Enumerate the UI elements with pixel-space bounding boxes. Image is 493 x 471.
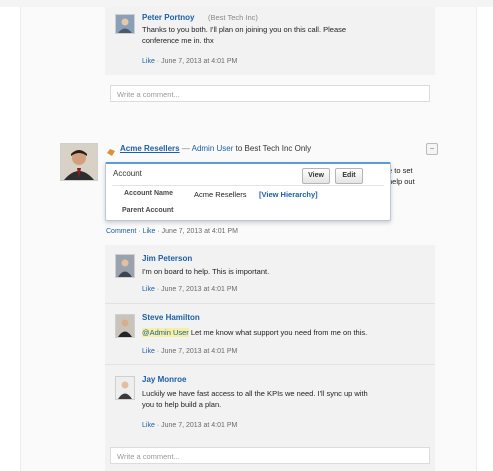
post-text-peek: e to set help out [388,166,415,187]
comment-date: June 7, 2013 at 4:01 PM [161,58,238,65]
comment-date: June 7, 2013 at 4:01 PM [161,286,238,293]
account-icon [106,144,116,156]
reply-divider [105,303,435,304]
post-audience: to Best Tech Inc Only [235,144,312,153]
post-header: Acme Resellers — Admin User to Best Tech… [120,144,311,153]
view-button[interactable]: View [302,168,330,184]
top-bar [0,0,493,7]
hover-card-divider [112,185,384,186]
header-separator: — [181,144,190,153]
account-name-value: Acme Resellers [194,190,247,199]
reply-divider [105,364,435,365]
comment-text: @Admin User Let me know what support you… [142,328,367,339]
edit-button[interactable]: Edit [335,168,363,184]
person-photo-icon [116,377,134,399]
author-name[interactable]: Peter Portnoy [142,13,194,22]
parent-account-label: Parent Account [122,207,174,214]
avatar-steve-hamilton[interactable] [115,314,135,338]
account-hover-card: Account View Edit Account Name Acme Rese… [105,162,391,221]
account-link[interactable]: Acme Resellers [120,144,180,153]
comment-date: June 7, 2013 at 4:01 PM [161,422,238,429]
person-photo-icon [116,255,134,277]
comment-text: I'm on board to help. This is important. [142,267,270,276]
author-company: (Best Tech Inc) [208,13,258,22]
hover-card-title: Account [113,169,142,178]
mention-link[interactable]: @Admin User [142,328,189,337]
account-name-label: Account Name [124,190,174,197]
avatar-peter-portnoy[interactable] [115,14,135,34]
chatter-feed-page: Peter Portnoy (Best Tech Inc) Thanks to … [0,0,493,471]
comment-link[interactable]: Comment [106,228,136,235]
comment-text-line: you to help build a plan. [142,399,222,409]
comment-meta: Like · June 7, 2013 at 4:01 PM [142,422,237,429]
comment-date: June 7, 2013 at 4:01 PM [161,348,238,355]
replies-container [105,245,435,471]
view-hierarchy-link[interactable]: [View Hierarchy] [259,190,318,199]
post-text-line: e to set [388,166,413,175]
comment-input[interactable]: Write a comment... [110,85,430,102]
comment-meta: Like · June 7, 2013 at 4:01 PM [142,348,237,355]
post-actions: Comment · Like · June 7, 2013 at 4:01 PM [106,228,238,235]
comment-meta: Like · June 7, 2013 at 4:01 PM [142,58,237,65]
user-link[interactable]: Admin User [192,144,234,153]
comment-text-line: conference me in. thx [142,35,214,45]
person-photo-icon [116,15,134,33]
avatar-admin-user[interactable] [60,143,98,181]
like-link[interactable]: Like [142,348,155,355]
comment-text: Thanks to you both. I'll plan on joining… [142,25,422,46]
avatar-jim-peterson[interactable] [115,254,135,278]
post-date: June 7, 2013 at 4:01 PM [161,228,238,235]
person-photo-icon [61,144,97,180]
comment-text-body: Let me know what support you need from m… [188,328,368,337]
collapse-button[interactable]: − [426,143,438,155]
like-link[interactable]: Like [142,422,155,429]
author-name[interactable]: Jim Peterson [142,254,192,263]
comment-text-line: Luckily we have fast access to all the K… [142,389,368,398]
author-name[interactable]: Steve Hamilton [142,313,200,322]
comment-meta: Like · June 7, 2013 at 4:01 PM [142,286,237,293]
like-link[interactable]: Like [143,228,156,235]
author-name[interactable]: Jay Monroe [142,375,186,384]
comment-text: Luckily we have fast access to all the K… [142,389,432,410]
comment-input[interactable]: Write a comment... [110,447,430,464]
like-link[interactable]: Like [142,58,155,65]
person-photo-icon [116,315,134,337]
like-link[interactable]: Like [142,286,155,293]
comment-text-line: Thanks to you both. I'll plan on joining… [142,25,347,34]
avatar-jay-monroe[interactable] [115,376,135,400]
post-text-line: help out [388,176,415,186]
